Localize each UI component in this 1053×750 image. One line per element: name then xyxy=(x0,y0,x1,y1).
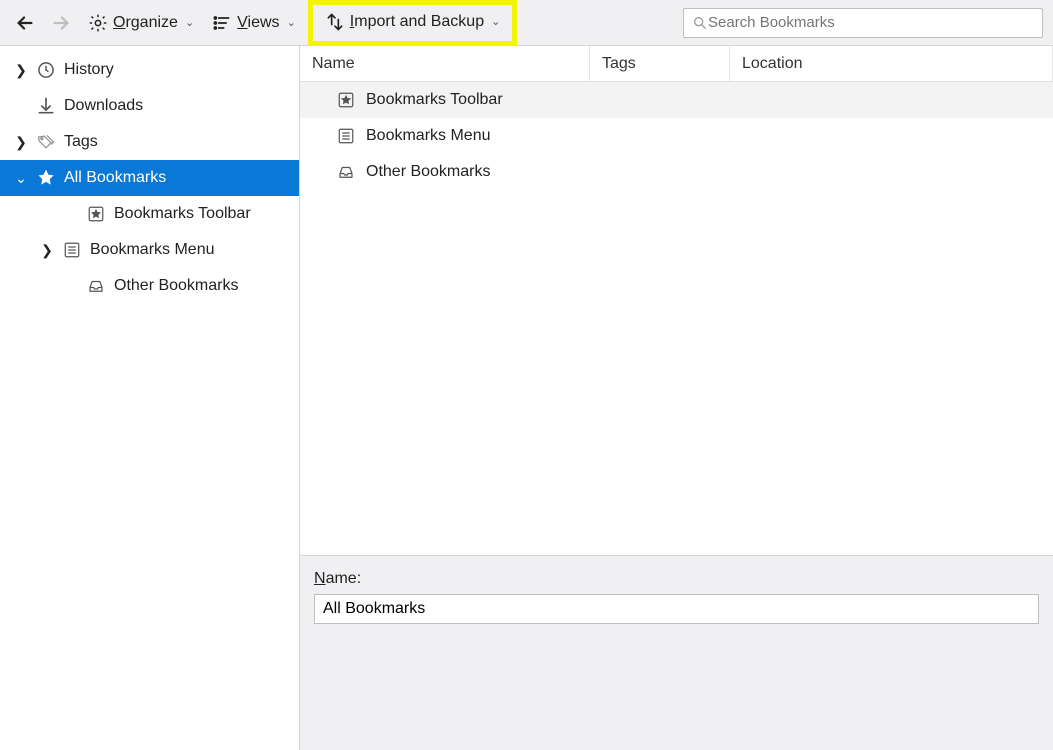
detail-pane: Name: xyxy=(300,555,1053,750)
organize-label: Organize xyxy=(113,14,178,32)
column-headers: Name Tags Location xyxy=(300,46,1053,82)
import-backup-menu[interactable]: Import and Backup ⌄ xyxy=(319,8,507,36)
sidebar-item-tags[interactable]: ❯ Tags xyxy=(0,124,299,160)
list-item-label: Bookmarks Menu xyxy=(366,127,491,145)
chevron-right-icon[interactable]: ❯ xyxy=(40,242,54,259)
chevron-right-icon[interactable]: ❯ xyxy=(14,62,28,79)
detail-name-label: Name: xyxy=(314,570,1039,588)
list-pane: Name Tags Location Bookmarks Toolbar Boo… xyxy=(300,46,1053,750)
list-row-bookmarks-menu[interactable]: Bookmarks Menu xyxy=(300,118,1053,154)
column-header-tags[interactable]: Tags xyxy=(590,46,730,81)
sidebar-item-all-bookmarks[interactable]: ⌄ All Bookmarks xyxy=(0,160,299,196)
sidebar-item-history[interactable]: ❯ History xyxy=(0,52,299,88)
chevron-down-icon[interactable]: ⌄ xyxy=(14,170,28,187)
organize-menu[interactable]: Organize ⌄ xyxy=(82,9,200,37)
search-input[interactable] xyxy=(708,14,1034,31)
star-box-icon xyxy=(86,204,106,224)
list-icon xyxy=(212,13,232,33)
import-backup-highlight: Import and Backup ⌄ xyxy=(308,0,518,46)
list-item-label: Bookmarks Toolbar xyxy=(366,91,503,109)
sidebar-item-label: Bookmarks Menu xyxy=(90,241,215,259)
column-header-name[interactable]: Name xyxy=(300,46,590,81)
forward-button[interactable] xyxy=(46,8,76,38)
main-area: ❯ History Downloads ❯ Tags ⌄ All Bookmar… xyxy=(0,46,1053,750)
sidebar-item-other-bookmarks[interactable]: Other Bookmarks xyxy=(0,268,299,304)
arrow-left-icon xyxy=(14,12,36,34)
caret-icon: ⌄ xyxy=(287,16,296,29)
clock-icon xyxy=(36,60,56,80)
import-backup-label: Import and Backup xyxy=(350,13,484,31)
chevron-right-icon[interactable]: ❯ xyxy=(14,134,28,151)
star-icon xyxy=(36,168,56,188)
sidebar-item-bookmarks-toolbar[interactable]: Bookmarks Toolbar xyxy=(0,196,299,232)
sidebar-tree: ❯ History Downloads ❯ Tags ⌄ All Bookmar… xyxy=(0,46,300,750)
column-header-location[interactable]: Location xyxy=(730,46,1053,81)
sidebar-item-downloads[interactable]: Downloads xyxy=(0,88,299,124)
caret-icon: ⌄ xyxy=(185,16,194,29)
sidebar-item-bookmarks-menu[interactable]: ❯ Bookmarks Menu xyxy=(0,232,299,268)
sidebar-item-label: Bookmarks Toolbar xyxy=(114,205,251,223)
sidebar-item-label: Downloads xyxy=(64,97,143,115)
download-icon xyxy=(36,96,56,116)
star-box-icon xyxy=(336,90,356,110)
tags-icon xyxy=(36,132,56,152)
detail-name-input[interactable] xyxy=(314,594,1039,624)
views-label: Views xyxy=(237,14,279,32)
gear-icon xyxy=(88,13,108,33)
search-icon xyxy=(692,15,708,31)
arrow-right-icon xyxy=(50,12,72,34)
back-button[interactable] xyxy=(10,8,40,38)
toolbar: Organize ⌄ Views ⌄ Import and Backup ⌄ xyxy=(0,0,1053,46)
views-menu[interactable]: Views ⌄ xyxy=(206,9,302,37)
menu-icon xyxy=(62,240,82,260)
list-rows: Bookmarks Toolbar Bookmarks Menu Other B… xyxy=(300,82,1053,555)
list-item-label: Other Bookmarks xyxy=(366,163,490,181)
tray-icon xyxy=(86,276,106,296)
import-export-icon xyxy=(325,12,345,32)
menu-icon xyxy=(336,126,356,146)
sidebar-item-label: History xyxy=(64,61,114,79)
tray-icon xyxy=(336,162,356,182)
caret-icon: ⌄ xyxy=(491,15,500,28)
sidebar-item-label: Tags xyxy=(64,133,98,151)
list-row-other-bookmarks[interactable]: Other Bookmarks xyxy=(300,154,1053,190)
search-box[interactable] xyxy=(683,8,1043,38)
sidebar-item-label: All Bookmarks xyxy=(64,169,166,187)
list-row-bookmarks-toolbar[interactable]: Bookmarks Toolbar xyxy=(300,82,1053,118)
sidebar-item-label: Other Bookmarks xyxy=(114,277,238,295)
